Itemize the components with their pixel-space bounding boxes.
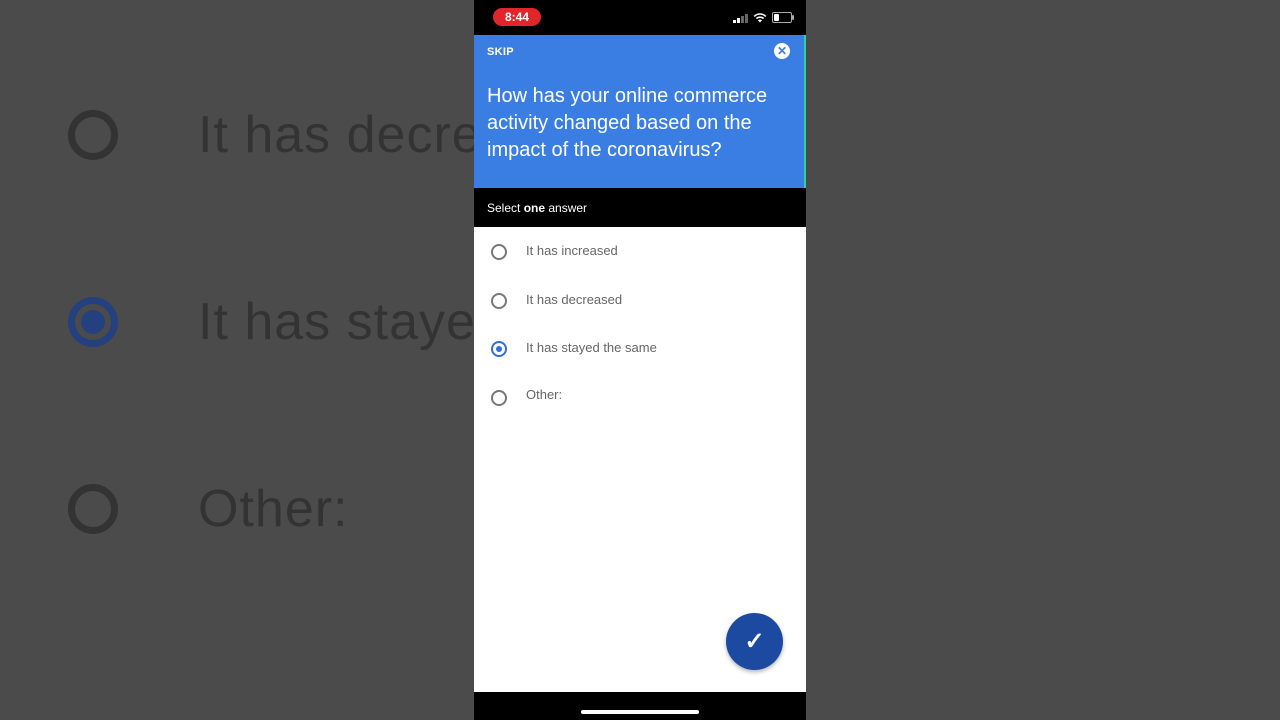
bg-option-label: Other: [198, 480, 349, 538]
instruction-suffix: answer [545, 201, 588, 215]
question-header: SKIP ✕ How has your online commerce acti… [474, 35, 806, 188]
question-text: How has your online commerce activity ch… [487, 85, 768, 161]
bg-radio [68, 484, 118, 534]
home-bar [474, 692, 806, 720]
option-label: It has stayed the same [526, 340, 657, 355]
bg-option-decreased: It has decreased [68, 103, 597, 167]
skip-button[interactable]: SKIP [487, 46, 514, 58]
answer-list: It has increased It has decreased It has… [474, 227, 806, 692]
option-label: Other: [526, 387, 563, 402]
status-icons [733, 12, 794, 23]
battery-icon [772, 12, 794, 23]
option-decreased[interactable]: It has decreased [474, 281, 806, 321]
bg-radio [68, 110, 118, 160]
bg-option-other: Other: [68, 477, 348, 541]
option-label: It has decreased [526, 292, 623, 307]
option-stayed-same[interactable]: It has stayed the same [474, 329, 806, 369]
option-label: It has increased [526, 243, 618, 258]
option-other[interactable]: Other: [474, 378, 806, 418]
bg-radio-selected [68, 297, 118, 347]
status-time: 8:44 [493, 8, 541, 26]
radio-button[interactable] [491, 293, 507, 309]
bg-option-stayed: It has stayed the same [68, 290, 742, 354]
status-bar: 8:44 [474, 0, 806, 35]
option-increased[interactable]: It has increased [474, 232, 806, 272]
instruction-prefix: Select [487, 201, 524, 215]
close-icon: ✕ [776, 44, 788, 58]
phone-screen: 8:44 SKIP ✕ How has your online commerce… [474, 0, 806, 720]
radio-button-selected[interactable] [491, 341, 507, 357]
close-button[interactable]: ✕ [774, 43, 790, 59]
radio-button[interactable] [491, 390, 507, 406]
wifi-icon [753, 12, 767, 22]
radio-button[interactable] [491, 244, 507, 260]
answer-instruction: Select one answer [474, 188, 806, 227]
instruction-emphasis: one [523, 201, 546, 215]
home-indicator[interactable] [581, 710, 699, 714]
check-icon: ✓ [744, 628, 765, 655]
cellular-signal-icon [733, 13, 748, 23]
submit-button[interactable]: ✓ [726, 613, 783, 670]
